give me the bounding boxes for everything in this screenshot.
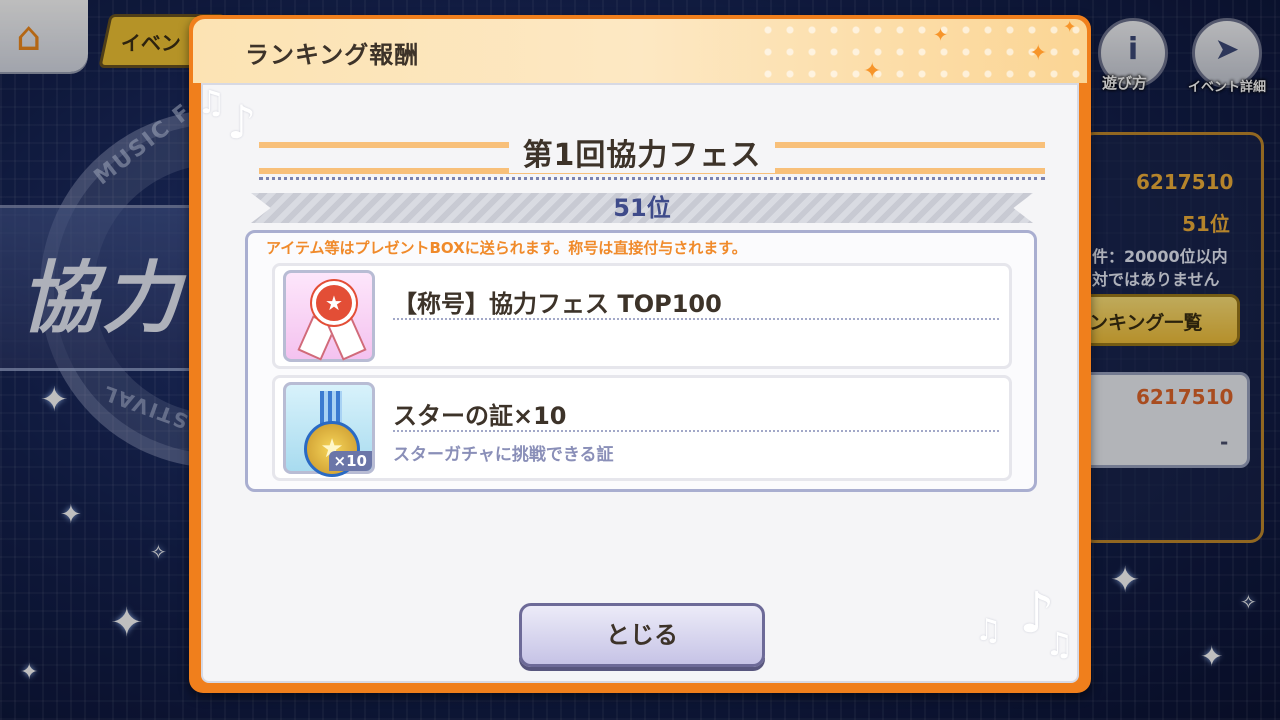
reward-item[interactable]: ★ ×10 スターの証×10 スターガチャに挑戦できる証 [272, 375, 1012, 481]
reward-name: 【称号】協力フェス TOP100 [393, 290, 722, 318]
rewards-list: アイテム等はプレゼントBOXに送られます。称号は直接付与されます。 ★ 【称号】… [245, 230, 1037, 492]
divider [259, 177, 1045, 180]
reward-notice: アイテム等はプレゼントBOXに送られます。称号は直接付与されます。 [266, 239, 747, 257]
reward-name: スターの証×10 [393, 402, 567, 430]
music-note-icon: ♫ [197, 83, 226, 121]
event-title: 第1回協力フェス [203, 130, 1081, 174]
star-icon: ✦ [1029, 41, 1048, 66]
title-badge-icon: ★ [283, 270, 375, 362]
star-icon: ✦ [933, 25, 949, 46]
dialog-body: ♫ ♪ ♫ ♪ ♫ 第1回協力フェス 51位 アイテム等はプレゼントBOXに送ら… [197, 83, 1081, 683]
event-title-text: 第1回協力フェス [508, 138, 776, 173]
ranking-reward-dialog: ランキング報酬 ✦ ✦ ✦ ✦ ♫ ♪ ♫ ♪ ♫ 第1回協力フェス 51位 ア… [189, 15, 1091, 693]
reward-divider [393, 430, 999, 432]
badge-medal: ★ [312, 281, 356, 325]
rank-value: 51位 [613, 194, 671, 222]
reward-divider [393, 318, 999, 320]
close-button-label: とじる [606, 621, 678, 649]
quantity-badge: ×10 [328, 451, 372, 471]
music-note-icon: ♫ [975, 613, 1002, 648]
star-icon: ✦ [863, 59, 882, 84]
reward-description: スターガチャに挑戦できる証 [393, 445, 614, 465]
reward-item[interactable]: ★ 【称号】協力フェス TOP100 [272, 263, 1012, 369]
star-icon: ✦ [1063, 17, 1077, 36]
close-button[interactable]: とじる [519, 603, 765, 667]
star-medal-icon: ★ ×10 [283, 382, 375, 477]
music-note-icon: ♫ [1045, 625, 1074, 663]
dialog-title: ランキング報酬 [245, 41, 420, 69]
dialog-header: ランキング報酬 ✦ ✦ ✦ ✦ [193, 17, 1087, 84]
